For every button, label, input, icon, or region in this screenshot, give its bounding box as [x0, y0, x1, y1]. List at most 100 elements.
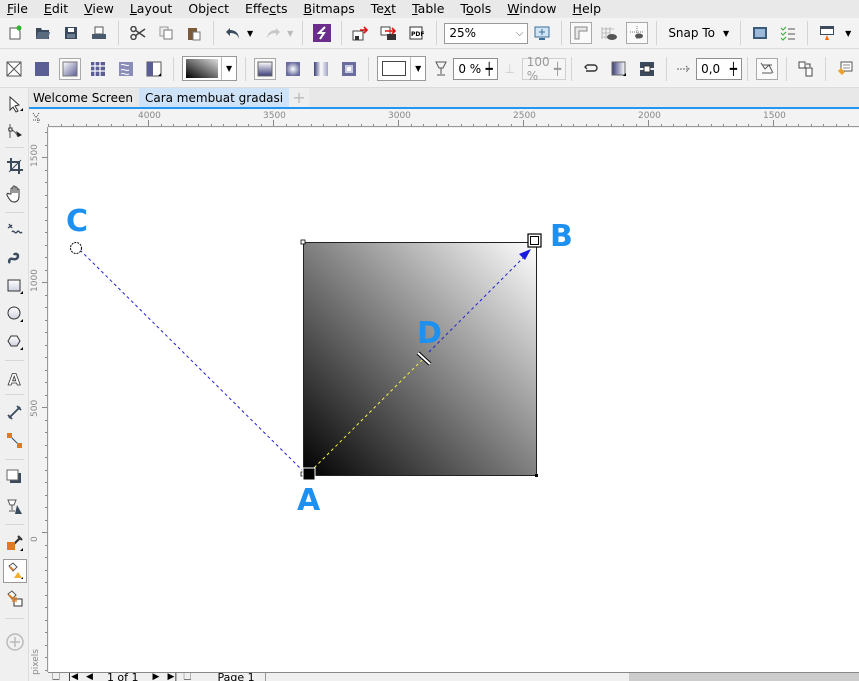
import-icon[interactable] — [350, 22, 372, 44]
transparency-tool[interactable] — [3, 494, 27, 518]
zoom-level-select[interactable]: 25% ⌵ — [444, 22, 529, 44]
options-icon[interactable] — [777, 22, 799, 44]
undo-icon[interactable] — [222, 22, 244, 44]
publish-pdf-icon[interactable]: PDF — [406, 22, 428, 44]
tab-cara-membuat-gradasi[interactable]: Cara membuat gradasi — [138, 88, 290, 107]
interactive-fill-tool[interactable] — [3, 559, 27, 583]
dimension-tool[interactable] — [3, 401, 27, 425]
menu-tools[interactable]: Tools — [452, 0, 499, 18]
tab-welcome-screen[interactable]: Welcome Screen — [29, 88, 139, 107]
new-tab-button[interactable]: + — [289, 88, 310, 107]
annotation-a: A — [297, 483, 321, 518]
pick-tool[interactable] — [3, 92, 27, 116]
spinner-icon[interactable]: ┿ — [485, 62, 492, 76]
transparency-input[interactable]: 0 % ┿ — [453, 57, 498, 80]
add-page-before-icon[interactable]: 🗋 — [52, 673, 60, 681]
artistic-media-tool[interactable] — [3, 246, 27, 270]
redo-dropdown-icon[interactable]: ▼ — [287, 29, 293, 38]
color-eyedropper-tool[interactable] — [3, 531, 27, 555]
uniform-fill-icon[interactable] — [31, 58, 53, 80]
page-tab[interactable]: Page 1 — [207, 673, 266, 681]
menu-effects[interactable]: Effects — [237, 0, 296, 18]
menu-layout[interactable]: Layout — [122, 0, 181, 18]
postscript-fill-icon[interactable] — [143, 58, 165, 80]
menu-help[interactable]: Help — [565, 0, 610, 18]
vertical-ruler[interactable]: pixels 1500 1000 500 0 — [29, 127, 48, 675]
snap-to-button[interactable]: Snap To ▼ — [662, 26, 735, 40]
horizontal-ruler[interactable]: 4000 3500 3000 2500 2000 1500 — [48, 110, 859, 127]
welcome-screen-icon[interactable] — [749, 22, 771, 44]
vector-pattern-fill-icon[interactable] — [87, 58, 109, 80]
ellipse-tool[interactable] — [3, 302, 27, 326]
first-page-icon[interactable]: |◀ — [68, 673, 78, 681]
smart-fill-tool[interactable] — [3, 587, 27, 611]
rectangular-fountain-fill-icon[interactable] — [338, 58, 360, 80]
add-page-after-icon[interactable]: 🗋 — [183, 673, 191, 681]
next-page-icon[interactable]: ▶ — [153, 673, 160, 681]
free-scale-skew-icon[interactable] — [756, 57, 778, 80]
menu-file[interactable]: File — [0, 0, 36, 18]
last-page-icon[interactable]: ▶| — [167, 673, 177, 681]
grid-view-icon[interactable] — [598, 22, 620, 44]
cut-icon[interactable] — [127, 22, 149, 44]
redo-icon[interactable] — [262, 22, 284, 44]
polygon-tool[interactable] — [3, 330, 27, 354]
ruler-tick — [60, 124, 62, 126]
fill-picker[interactable]: ▼ — [182, 56, 238, 81]
ruler-origin-corner[interactable] — [29, 110, 48, 127]
open-icon[interactable] — [32, 22, 54, 44]
paste-icon[interactable] — [183, 22, 205, 44]
horizontal-scrollbar[interactable] — [629, 673, 859, 681]
menu-object[interactable]: Object — [180, 0, 237, 18]
pan-tool[interactable] — [3, 182, 27, 206]
connector-tool[interactable] — [3, 429, 27, 453]
copy-fill-icon[interactable] — [795, 58, 817, 80]
zoom-fit-icon[interactable] — [531, 22, 553, 44]
guidelines-view-icon[interactable] — [626, 22, 649, 44]
corel-connect-icon[interactable] — [311, 22, 333, 44]
gradient-start-node[interactable] — [302, 467, 316, 481]
texture-fill-icon[interactable] — [115, 58, 137, 80]
elliptical-fountain-fill-icon[interactable] — [282, 58, 304, 80]
export-icon[interactable] — [378, 22, 400, 44]
new-document-icon[interactable] — [4, 22, 26, 44]
conical-fountain-fill-icon[interactable] — [310, 58, 332, 80]
text-tool[interactable]: A — [3, 367, 27, 391]
rulers-icon[interactable] — [570, 22, 593, 44]
rotation-input[interactable]: 0,0 ┿ — [696, 57, 742, 80]
rectangle-tool[interactable] — [3, 274, 27, 298]
menu-edit[interactable]: Edit — [36, 0, 76, 18]
prev-page-icon[interactable]: ◀ — [86, 673, 93, 681]
menu-view[interactable]: View — [76, 0, 122, 18]
drawing-canvas[interactable]: C B D A — [49, 128, 859, 672]
edit-fill-icon[interactable] — [834, 58, 856, 80]
blend-direction-icon[interactable] — [636, 58, 658, 80]
selection-handle[interactable] — [300, 239, 306, 245]
menu-bitmaps[interactable]: Bitmaps — [296, 0, 363, 18]
drop-shadow-tool[interactable] — [3, 466, 27, 490]
gradient-angle-handle[interactable] — [70, 242, 82, 254]
fountain-fill-icon[interactable] — [59, 57, 81, 80]
copy-icon[interactable] — [155, 22, 177, 44]
menu-text[interactable]: Text — [363, 0, 404, 18]
color-picker[interactable]: ▼ — [377, 56, 427, 81]
launch-icon[interactable] — [816, 22, 838, 44]
transparency-icon[interactable] — [430, 58, 452, 80]
linear-fountain-fill-icon[interactable] — [254, 57, 277, 80]
gradient-rectangle[interactable] — [303, 242, 537, 476]
menu-table[interactable]: Table — [404, 0, 452, 18]
undo-dropdown-icon[interactable]: ▼ — [247, 29, 253, 38]
freehand-tool[interactable] — [3, 219, 27, 243]
print-icon[interactable] — [88, 22, 110, 44]
no-fill-icon[interactable] — [3, 58, 25, 80]
reverse-fill-icon[interactable] — [580, 58, 602, 80]
launch-dropdown-icon[interactable]: ▼ — [845, 29, 851, 38]
save-icon[interactable] — [60, 22, 82, 44]
crop-tool[interactable] — [3, 154, 27, 178]
selection-handle[interactable] — [535, 474, 538, 477]
spinner-icon[interactable]: ┿ — [730, 62, 737, 76]
menu-window[interactable]: Window — [499, 0, 564, 18]
add-tool-button[interactable] — [3, 630, 27, 654]
fill-transform-icon[interactable] — [608, 58, 630, 80]
shape-tool[interactable] — [3, 119, 27, 143]
